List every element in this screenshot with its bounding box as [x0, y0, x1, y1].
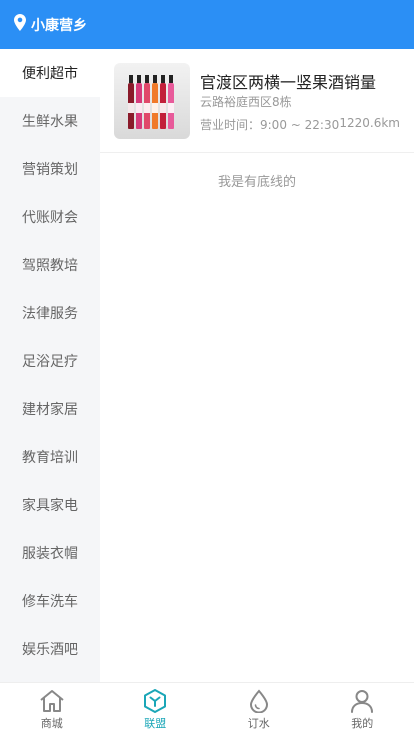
tab-label: 联盟 — [144, 717, 167, 730]
tab-mall[interactable]: 商城 — [0, 683, 104, 736]
sidebar-item-label: 娱乐酒吧 — [22, 642, 78, 658]
tab-label: 商城 — [40, 717, 63, 730]
sidebar-item-education[interactable]: 教育培训 — [0, 433, 100, 481]
home-icon — [39, 689, 65, 713]
store-address: 云路裕庭西区8栋 — [200, 95, 292, 109]
sidebar-item-label: 教育培训 — [22, 450, 78, 466]
sidebar-item-label: 营销策划 — [22, 162, 78, 178]
top-bar: 小康营乡 — [0, 0, 414, 49]
sidebar-item-car-wash[interactable]: 修车洗车 — [0, 577, 100, 625]
tab-order-water[interactable]: 订水 — [207, 683, 311, 736]
sidebar-item-clothing[interactable]: 服装衣帽 — [0, 529, 100, 577]
location-label[interactable]: 小康营乡 — [31, 15, 87, 35]
store-hours: 营业时间：9:00 ~ 22:30 — [200, 118, 340, 132]
store-card[interactable]: 官渡区两横一竖果酒销量 云路裕庭西区8栋 营业时间：9:00 ~ 22:30 1… — [100, 49, 414, 153]
store-list: 官渡区两横一竖果酒销量 云路裕庭西区8栋 营业时间：9:00 ~ 22:30 1… — [100, 49, 414, 682]
sidebar-item-marketing[interactable]: 营销策划 — [0, 145, 100, 193]
sidebar-item-label: 生鲜水果 — [22, 114, 78, 130]
sidebar-item-label: 法律服务 — [22, 306, 78, 322]
bottom-tab-bar: 商城 联盟 订水 我的 — [0, 682, 414, 736]
sidebar-item-label: 建材家居 — [22, 402, 78, 418]
sidebar-item-legal-services[interactable]: 法律服务 — [0, 289, 100, 337]
end-of-list-note: 我是有底线的 — [217, 175, 296, 190]
store-thumbnail — [114, 63, 190, 139]
store-name: 官渡区两横一竖果酒销量 — [200, 73, 377, 92]
sidebar-item-entertainment[interactable]: 娱乐酒吧 — [0, 625, 100, 673]
sidebar-item-driving-school[interactable]: 驾照教培 — [0, 241, 100, 289]
sidebar-item-foot-massage[interactable]: 足浴足疗 — [0, 337, 100, 385]
location-pin-icon[interactable] — [14, 14, 26, 35]
sidebar-item-label: 足浴足疗 — [22, 354, 78, 370]
tab-mine[interactable]: 我的 — [311, 683, 414, 736]
sidebar-item-convenience-store[interactable]: 便利超市 — [0, 49, 100, 97]
water-drop-icon — [246, 689, 272, 713]
sidebar-item-fresh-fruit[interactable]: 生鲜水果 — [0, 97, 100, 145]
sidebar-item-label: 家具家电 — [22, 498, 78, 514]
sidebar-item-label: 驾照教培 — [22, 258, 78, 274]
sidebar-item-label: 服装衣帽 — [22, 546, 78, 562]
tab-alliance[interactable]: 联盟 — [104, 683, 208, 736]
sidebar-item-label: 便利超市 — [22, 66, 78, 82]
sidebar-item-building-materials[interactable]: 建材家居 — [0, 385, 100, 433]
tab-label: 我的 — [351, 717, 374, 730]
category-sidebar: 便利超市 生鲜水果 营销策划 代账财会 驾照教培 法律服务 足浴足疗 建材家居 … — [0, 49, 100, 682]
sidebar-item-accounting[interactable]: 代账财会 — [0, 193, 100, 241]
sidebar-item-label: 修车洗车 — [22, 594, 78, 610]
sidebar-item-label: 代账财会 — [22, 210, 78, 226]
sidebar-item-furniture-appliances[interactable]: 家具家电 — [0, 481, 100, 529]
tab-label: 订水 — [247, 717, 270, 730]
store-distance: 1220.6km — [339, 116, 400, 130]
user-icon — [349, 689, 375, 713]
alliance-icon — [142, 689, 168, 713]
